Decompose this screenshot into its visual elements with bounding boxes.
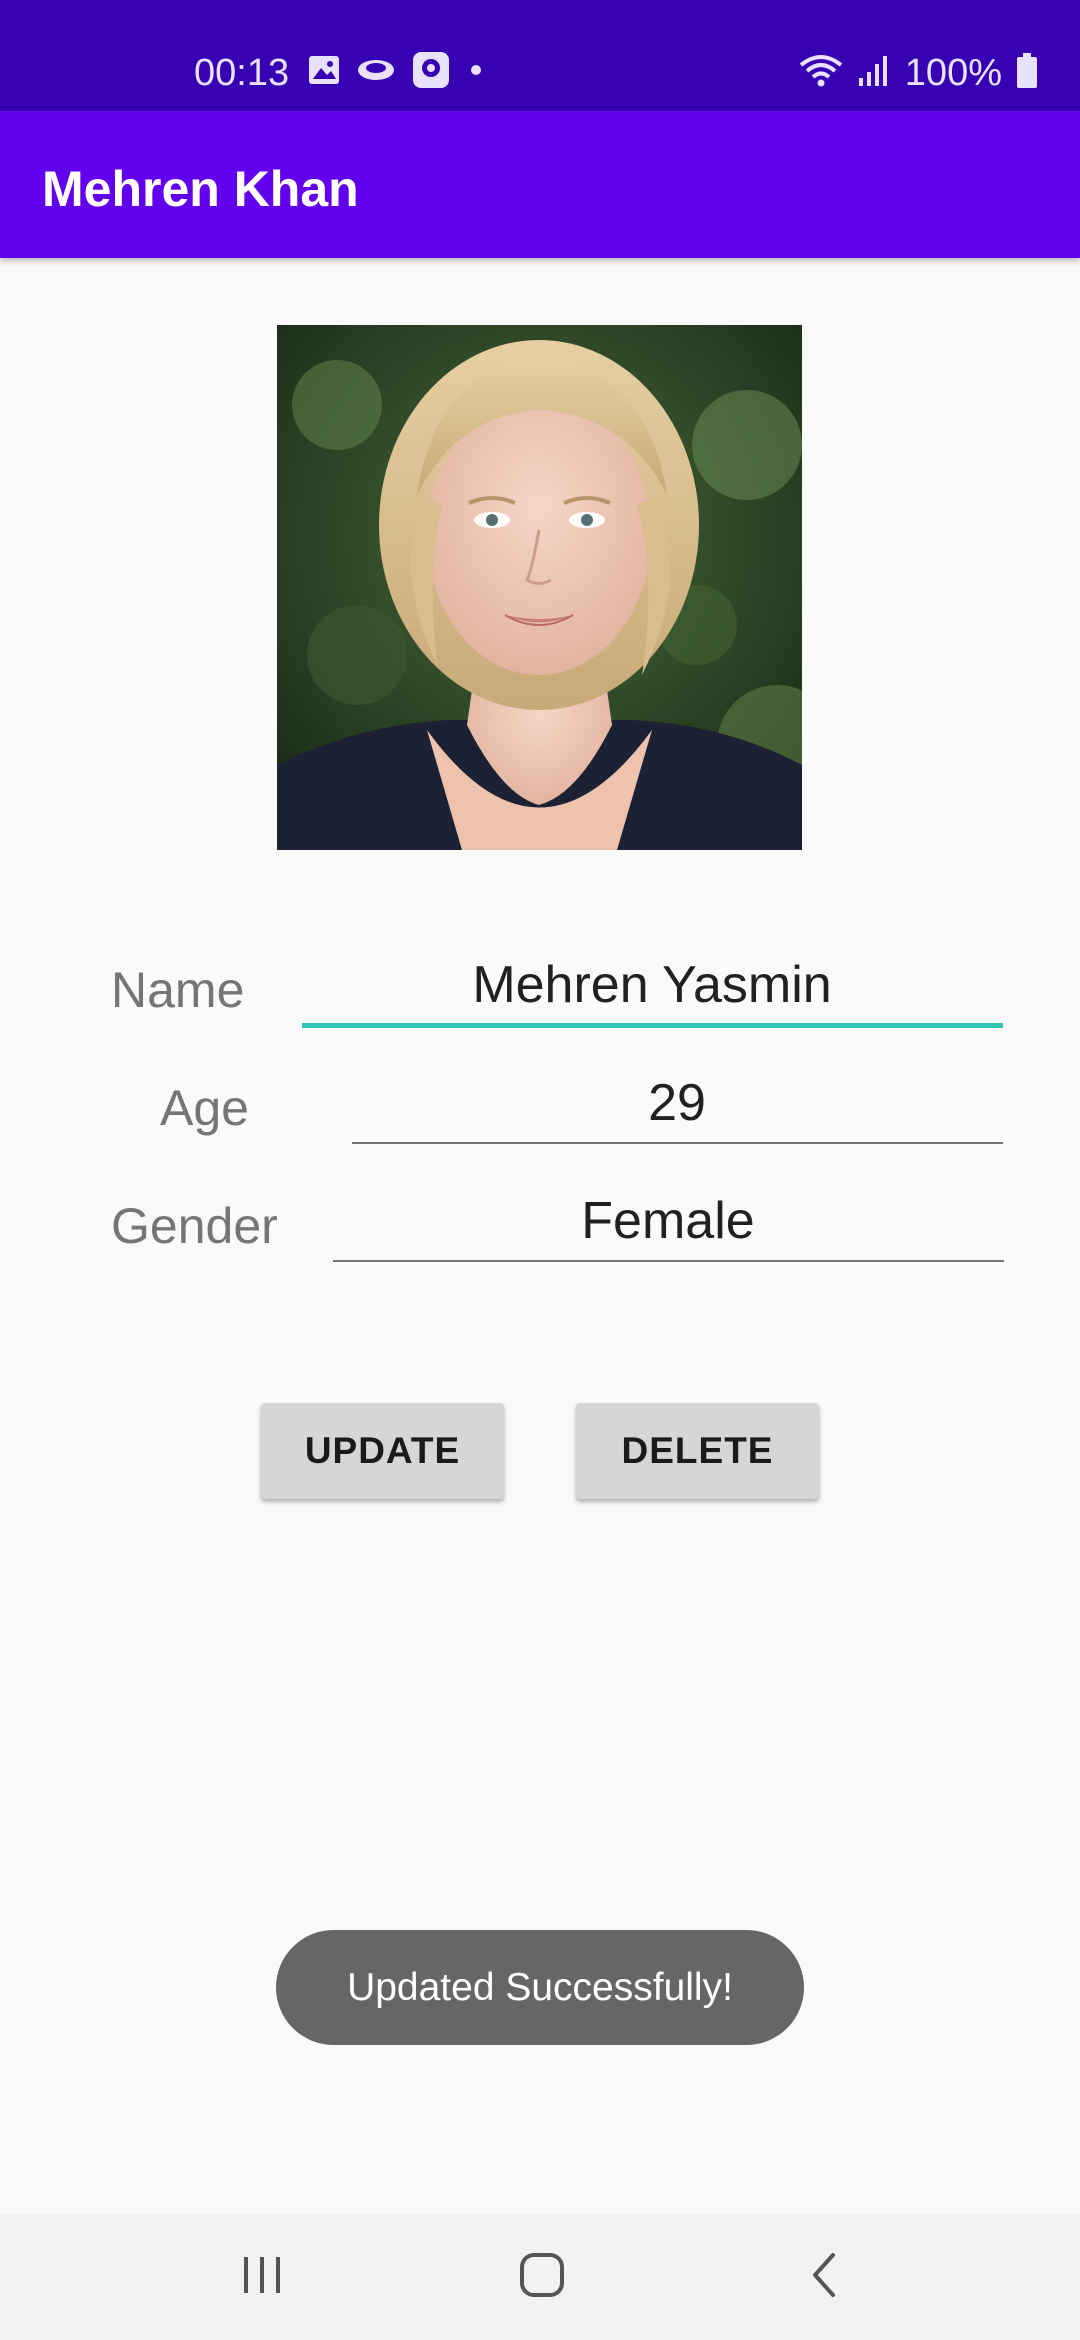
bixby-icon bbox=[412, 51, 450, 94]
app-title: Mehren Khan bbox=[42, 161, 359, 217]
status-bar: 00:13 100% bbox=[0, 0, 1080, 111]
battery-percent: 100% bbox=[904, 52, 1002, 94]
update-button[interactable]: UPDATE bbox=[261, 1403, 504, 1499]
profile-photo bbox=[277, 325, 802, 850]
name-field[interactable] bbox=[302, 950, 1002, 1020]
toast-message: Updated Successfully! bbox=[276, 1930, 804, 2045]
navigation-bar bbox=[0, 2214, 1080, 2340]
age-field[interactable] bbox=[352, 1068, 1002, 1138]
age-field-underline bbox=[352, 1142, 1003, 1144]
status-time: 00:13 bbox=[194, 52, 290, 94]
gender-label: Gender bbox=[111, 1198, 278, 1254]
delete-button[interactable]: DELETE bbox=[576, 1403, 819, 1499]
signal-icon bbox=[857, 54, 891, 93]
battery-icon bbox=[1016, 52, 1038, 94]
back-button[interactable] bbox=[754, 2214, 894, 2340]
cloud-icon bbox=[356, 55, 396, 90]
home-icon bbox=[519, 2252, 565, 2303]
dot-icon bbox=[466, 60, 486, 85]
app-bar: Mehren Khan bbox=[0, 111, 1080, 258]
name-field-underline bbox=[302, 1023, 1003, 1028]
system-icons: 100% bbox=[799, 50, 1038, 96]
recents-button[interactable] bbox=[192, 2214, 332, 2340]
gallery-icon bbox=[308, 55, 340, 90]
gender-field-underline bbox=[333, 1260, 1004, 1262]
notification-icons bbox=[308, 51, 486, 94]
name-label: Name bbox=[111, 962, 245, 1018]
back-icon bbox=[809, 2252, 839, 2303]
age-label: Age bbox=[160, 1080, 249, 1136]
home-button[interactable] bbox=[472, 2214, 612, 2340]
gender-field[interactable] bbox=[333, 1186, 1003, 1256]
recents-icon bbox=[241, 2255, 283, 2300]
wifi-icon bbox=[799, 53, 843, 94]
